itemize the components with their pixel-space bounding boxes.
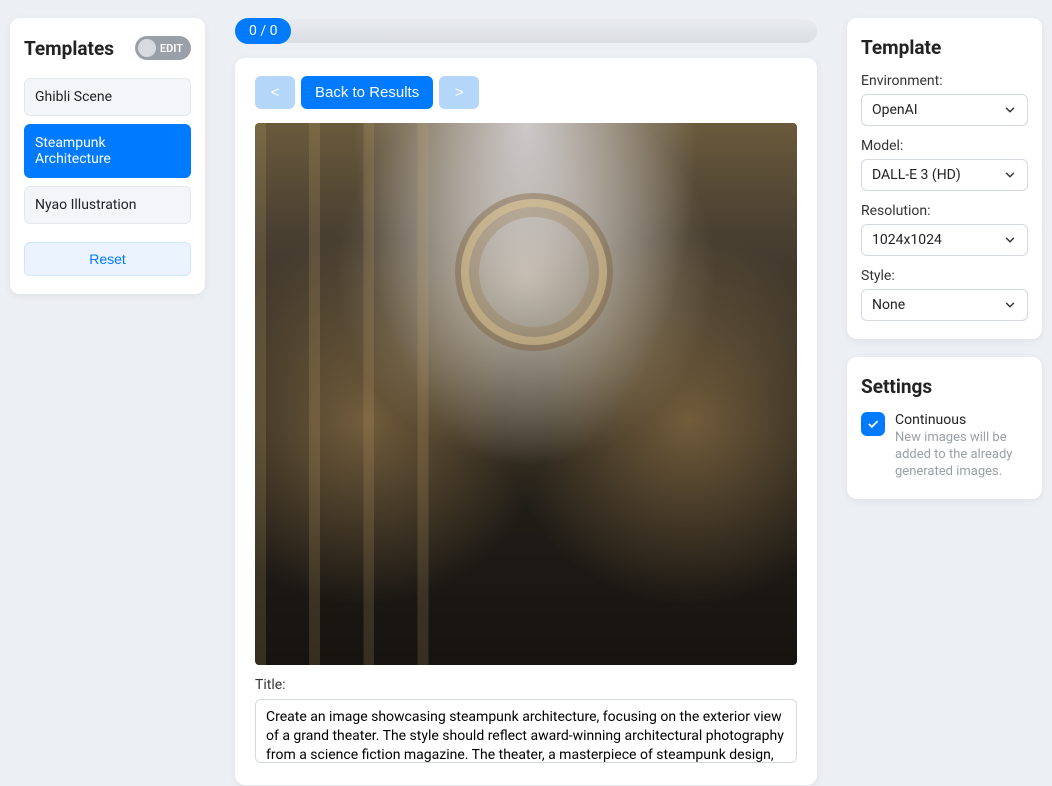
model-label: Model: [861,138,1028,154]
next-button[interactable]: > [439,76,479,109]
style-label: Style: [861,268,1028,284]
template-panel-title: Template [861,36,1028,59]
template-settings-panel: Template Environment: OpenAI Model: DALL… [847,18,1042,339]
continuous-label: Continuous [895,412,1028,428]
template-item-nyao[interactable]: Nyao Illustration [24,186,191,224]
edit-toggle-label: EDIT [160,42,183,55]
settings-panel-title: Settings [861,375,1028,398]
chevron-down-icon [1003,233,1017,247]
prompt-textarea[interactable] [255,699,797,763]
environment-value: OpenAI [872,102,918,118]
title-field-label: Title: [255,677,797,693]
settings-panel: Settings Continuous New images will be a… [847,357,1042,499]
result-panel: < Back to Results > Title: [235,58,817,785]
back-to-results-button[interactable]: Back to Results [301,76,433,109]
template-item-steampunk[interactable]: Steampunk Architecture [24,124,191,178]
check-icon [866,417,880,431]
prev-button[interactable]: < [255,76,295,109]
toggle-knob [138,39,156,57]
style-value: None [872,297,905,313]
generated-image[interactable] [255,123,797,665]
model-select[interactable]: DALL-E 3 (HD) [861,159,1028,191]
templates-title: Templates [24,37,114,60]
resolution-select[interactable]: 1024x1024 [861,224,1028,256]
reset-button[interactable]: Reset [24,242,191,276]
templates-panel: Templates EDIT Ghibli Scene Steampunk Ar… [10,18,205,294]
resolution-value: 1024x1024 [872,232,942,248]
progress-bar [277,19,817,43]
progress-counter: 0 / 0 [235,18,291,44]
continuous-checkbox[interactable] [861,412,885,436]
model-value: DALL-E 3 (HD) [872,167,961,183]
chevron-down-icon [1003,103,1017,117]
progress-row: 0 / 0 [235,18,817,44]
environment-select[interactable]: OpenAI [861,94,1028,126]
template-item-ghibli[interactable]: Ghibli Scene [24,78,191,116]
continuous-description: New images will be added to the already … [895,430,1028,481]
edit-toggle[interactable]: EDIT [135,36,191,60]
environment-label: Environment: [861,73,1028,89]
style-select[interactable]: None [861,289,1028,321]
resolution-label: Resolution: [861,203,1028,219]
chevron-down-icon [1003,298,1017,312]
chevron-down-icon [1003,168,1017,182]
template-list: Ghibli Scene Steampunk Architecture Nyao… [24,78,191,224]
